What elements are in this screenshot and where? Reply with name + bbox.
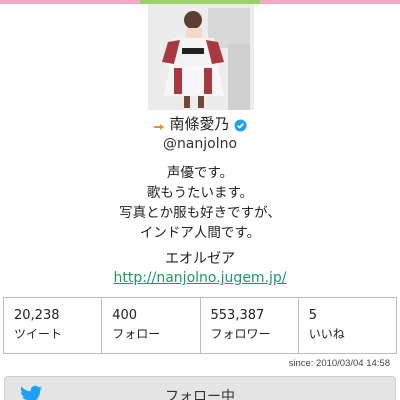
avatar-photo <box>148 4 254 110</box>
stat-value: 553,387 <box>210 308 265 323</box>
profile-name-row: 南條愛乃 <box>0 112 400 134</box>
bio-line: 写真とか服も好きですが、 <box>119 205 281 221</box>
retweet-icon <box>153 117 165 130</box>
stat-followers[interactable]: 553,387 フォロワー <box>201 298 299 353</box>
following-button-label: フォロー中 <box>165 389 235 400</box>
following-button[interactable]: フォロー中 <box>4 376 396 400</box>
stat-label: フォロー <box>112 327 161 341</box>
stat-label: フォロワー <box>210 327 271 341</box>
stat-value: 20,238 <box>14 308 60 323</box>
profile-url-link[interactable]: http://nanjolno.jugem.jp/ <box>0 270 400 286</box>
account-since-date: since: 2010/03/04 14:58 <box>288 358 390 369</box>
profile-handle: @nanjolno <box>162 136 238 152</box>
bio-line: 声優です。 <box>166 165 234 181</box>
profile-stats: 20,238 ツイート 400 フォロー 553,387 フォロワー 5 いいね <box>3 297 397 354</box>
bio-line: インドア人間です。 <box>139 225 261 241</box>
stat-following[interactable]: 400 フォロー <box>102 298 201 353</box>
display-name: 南條愛乃 <box>169 114 230 133</box>
stat-value: 5 <box>308 308 318 323</box>
stat-likes[interactable]: 5 いいね <box>299 298 396 353</box>
stat-label: ツイート <box>14 327 63 341</box>
profile-bio: 声優です。 歌もうたいます。 写真とか服も好きですが、 インドア人間です。 <box>0 163 400 243</box>
profile-avatar[interactable] <box>148 4 254 110</box>
stat-value: 400 <box>112 308 138 323</box>
bio-line: 歌もうたいます。 <box>146 185 254 201</box>
stat-label: いいね <box>308 327 345 341</box>
stat-tweets[interactable]: 20,238 ツイート <box>4 298 103 353</box>
verified-badge-icon <box>234 117 247 131</box>
profile-location: エオルゼア <box>165 251 235 267</box>
